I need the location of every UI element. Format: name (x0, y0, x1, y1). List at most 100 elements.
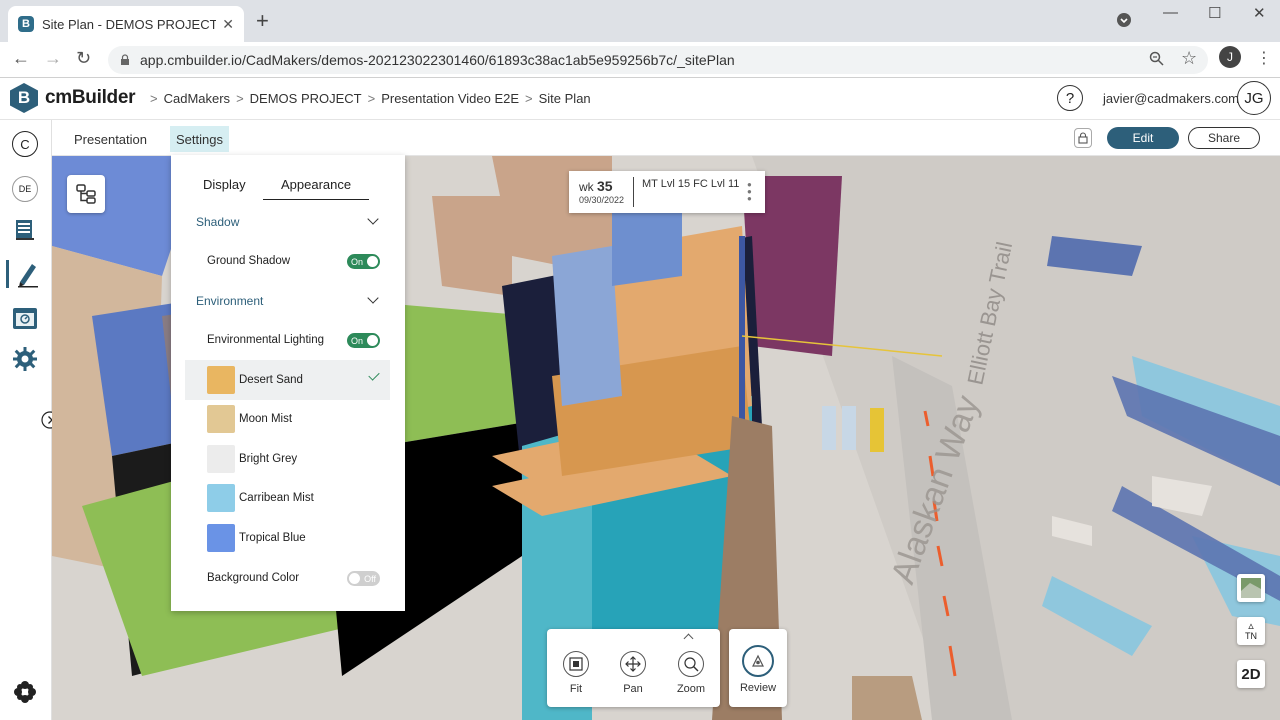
breadcrumb-separator: > (150, 91, 158, 106)
more-options-icon[interactable]: ● ● ● (747, 181, 752, 203)
color-swatch (207, 405, 235, 433)
url-text: app.cmbuilder.io/CadMakers/demos-2021230… (140, 52, 735, 68)
true-north-button[interactable]: ▵ TN (1237, 617, 1265, 645)
tab-appearance[interactable]: Appearance (263, 177, 369, 200)
project-button[interactable]: DE (11, 175, 39, 203)
toggle-knob (367, 256, 378, 267)
lock-view-icon[interactable] (1074, 128, 1092, 148)
background-color-label: Background Color (207, 572, 300, 584)
gear-icon (13, 347, 37, 371)
tab-settings[interactable]: Settings (170, 126, 229, 152)
swatch-name: Desert Sand (239, 374, 303, 386)
schedule-week-card[interactable]: wk 35 09/30/2022 MT Lvl 15 FC Lvl 11 ● ● ● (569, 171, 765, 213)
site-plan-button[interactable] (6, 260, 46, 288)
settings-button[interactable] (11, 345, 39, 373)
user-avatar[interactable]: JG (1237, 81, 1271, 115)
swatch-name: Carribean Mist (239, 492, 314, 504)
minimize-window-icon[interactable]: — (1163, 4, 1178, 21)
review-button[interactable]: Review (729, 629, 787, 707)
browser-tab[interactable]: B Site Plan - DEMOS PROJECT | cm ✕ (8, 6, 244, 42)
hierarchy-icon (76, 184, 96, 204)
favicon-icon: B (18, 16, 34, 32)
zoom-button[interactable]: Zoom (669, 651, 713, 695)
lock-icon (120, 54, 132, 66)
back-icon[interactable]: ← (12, 48, 30, 69)
breadcrumb-current: Site Plan (538, 91, 591, 106)
left-rail: C DE (0, 120, 59, 720)
model-tree-button[interactable] (67, 175, 105, 213)
help-icon[interactable]: ? (1057, 85, 1083, 111)
browser-tab-bar: B Site Plan - DEMOS PROJECT | cm ✕ + — ☐… (0, 0, 1280, 42)
zoom-page-icon[interactable] (1149, 51, 1164, 71)
cadmakers-button[interactable] (11, 678, 39, 706)
logo-badge: B (10, 83, 38, 113)
company-button[interactable]: C (11, 130, 39, 158)
documents-button[interactable] (11, 216, 39, 244)
site-plan-pencil-icon (17, 264, 38, 288)
url-field[interactable]: app.cmbuilder.io/CadMakers/demos-2021230… (108, 46, 1208, 74)
zoom-icon (678, 651, 704, 677)
chevron-down-icon[interactable] (367, 213, 379, 225)
tab-display[interactable]: Display (203, 177, 246, 192)
project-de-icon: DE (12, 176, 38, 202)
north-arrow-icon: ▵ (1248, 620, 1254, 632)
share-button[interactable]: Share (1188, 127, 1260, 149)
environment-section-header[interactable]: Environment (196, 294, 263, 308)
fit-button[interactable]: Fit (554, 651, 598, 695)
breadcrumb-item[interactable]: CadMakers (164, 91, 230, 106)
pan-label: Pan (623, 683, 643, 695)
bookmark-star-icon[interactable]: ☆ (1181, 48, 1197, 69)
breadcrumb-item[interactable]: Presentation Video E2E (381, 91, 519, 106)
swatch-desert-sand[interactable]: Desert Sand (185, 360, 390, 400)
maximize-window-icon[interactable]: ☐ (1208, 4, 1221, 22)
tab-presentation[interactable]: Presentation (68, 126, 153, 152)
pan-icon (620, 651, 646, 677)
week-activity: MT Lvl 15 FC Lvl 11 (642, 178, 740, 190)
week-prefix: wk (579, 180, 594, 194)
shadow-section-header[interactable]: Shadow (196, 215, 239, 229)
app-header: B cmBuilder > CadMakers > DEMOS PROJECT … (0, 78, 1280, 120)
view-mode-2d-button[interactable]: 2D (1237, 660, 1265, 688)
forward-icon[interactable]: → (44, 48, 62, 69)
logo-text: cmBuilder (45, 87, 136, 108)
ground-shadow-toggle[interactable]: On (347, 254, 380, 269)
browser-menu-icon[interactable]: ⋮ (1256, 48, 1272, 68)
close-window-icon[interactable]: ✕ (1253, 4, 1266, 22)
env-lighting-state: On (351, 335, 364, 346)
chevron-down-icon[interactable] (367, 292, 379, 304)
swatch-carribean-mist[interactable]: Carribean Mist (185, 478, 390, 518)
edit-button[interactable]: Edit (1107, 127, 1179, 149)
chevron-up-icon[interactable] (683, 633, 694, 644)
schedule-button[interactable] (11, 304, 39, 332)
swatch-moon-mist[interactable]: Moon Mist (185, 399, 390, 439)
tab-search-icon[interactable] (1116, 12, 1132, 32)
company-c-icon: C (12, 131, 38, 157)
color-swatch (207, 524, 235, 552)
environmental-lighting-toggle[interactable]: On (347, 333, 380, 348)
browser-address-bar: ← → ↻ app.cmbuilder.io/CadMakers/demos-2… (0, 42, 1280, 78)
fit-icon (563, 651, 589, 677)
week-label: wk 35 (579, 178, 613, 194)
new-tab-icon[interactable]: + (256, 10, 269, 32)
swatch-name: Tropical Blue (239, 532, 306, 544)
close-tab-icon[interactable]: ✕ (222, 16, 234, 33)
toggle-knob (349, 573, 360, 584)
view-toolbar: Presentation Settings Edit Share (52, 120, 1280, 156)
color-swatch (207, 366, 235, 394)
app-logo[interactable]: B cmBuilder (10, 83, 136, 113)
reload-icon[interactable]: ↻ (76, 48, 91, 69)
pan-button[interactable]: Pan (611, 651, 655, 695)
ground-shadow-label: Ground Shadow (207, 255, 291, 267)
appearance-settings-panel: Display Appearance Shadow Ground Shadow … (171, 155, 405, 611)
swatch-bright-grey[interactable]: Bright Grey (185, 439, 390, 479)
breadcrumb-item[interactable]: DEMOS PROJECT (250, 91, 362, 106)
user-email: javier@cadmakers.com (1103, 91, 1240, 106)
toggle-knob (367, 335, 378, 346)
swatch-tropical-blue[interactable]: Tropical Blue (185, 518, 390, 558)
environmental-lighting-label: Environmental Lighting (207, 334, 324, 346)
week-card-divider (633, 177, 634, 207)
breadcrumb-separator: > (236, 91, 244, 106)
map-layer-button[interactable] (1237, 574, 1265, 602)
browser-profile-avatar[interactable]: J (1219, 46, 1241, 68)
background-color-toggle[interactable]: Off (347, 571, 380, 586)
